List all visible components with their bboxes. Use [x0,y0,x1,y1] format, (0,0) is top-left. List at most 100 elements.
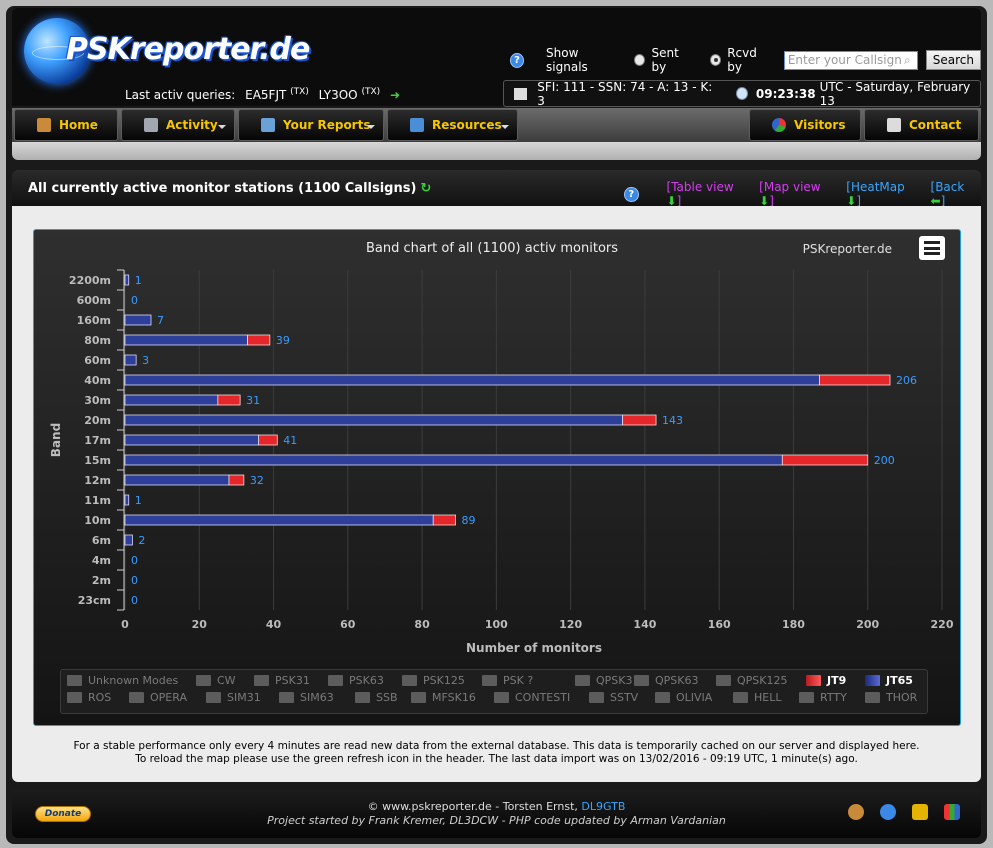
legend-item-cw[interactable]: CW [196,674,236,687]
last-query-1[interactable]: EA5FJT (TX) [245,87,309,102]
legend-item-rtty[interactable]: RTTY [799,691,847,704]
bar-jt9 [432,514,456,526]
legend-item-thor[interactable]: THOR [865,691,917,704]
bar-jt65 [124,474,230,486]
legend-item-sim31[interactable]: SIM31 [206,691,261,704]
legend-swatch [733,692,748,703]
legend-item-opera[interactable]: OPERA [129,691,187,704]
arrow-right-icon[interactable]: ➜ [390,88,400,102]
data-label: 143 [662,414,683,427]
data-label: 1 [135,274,142,287]
solar-status-bar: SFI: 111 - SSN: 74 - A: 13 - K: 3 09:23:… [503,79,981,108]
legend-label: CONTESTI [515,691,571,704]
bar-jt65 [124,414,624,426]
sent-by-radio[interactable] [634,54,646,66]
reports-icon [261,118,275,132]
legend-item-qpsk31[interactable]: QPSK31 [575,674,639,687]
nav-contact[interactable]: Contact [864,109,979,141]
info-icon[interactable] [880,804,896,820]
legend-item-psk31[interactable]: PSK31 [254,674,310,687]
lock-icon[interactable] [912,804,928,820]
legend-swatch [129,692,144,703]
legend-item-psk125[interactable]: PSK125 [402,674,465,687]
y-tick-label: 20m [84,414,111,427]
refresh-icon[interactable]: ↻ [420,181,431,196]
heatmap-link[interactable]: [HeatMap ⬇] [846,180,920,208]
data-label: 206 [896,374,917,387]
legend-label: QPSK31 [596,674,640,687]
back-link[interactable]: [Back ⬅] [931,180,982,208]
author-call-link[interactable]: DL9GTB [581,800,625,813]
map-view-link[interactable]: [Map view ⬇] [759,180,836,208]
legend-item-mfsk16[interactable]: MFSK16 [411,691,476,704]
rcvd-by-radio[interactable] [709,54,722,66]
legend-label: PSK ? [503,674,534,687]
show-signals-label: Show signals [546,46,588,74]
data-label: 0 [131,594,138,607]
y-tick-label: 160m [77,314,111,327]
bar-jt9 [258,434,278,446]
current-time: 09:23:38 [755,86,816,101]
page-title: All currently active monitor stations (1… [28,180,432,196]
legend-item-hell[interactable]: HELL [733,691,781,704]
legend-item-jt65[interactable]: JT65 [865,674,913,687]
footer-text: © www.pskreporter.de - Torsten Ernst, DL… [12,800,981,828]
legend-item-unknown-modes[interactable]: Unknown Modes [67,674,178,687]
nav-home[interactable]: Home [14,109,118,141]
legend-swatch [589,692,604,703]
activity-icon [144,118,158,132]
nav-activity[interactable]: Activity [121,109,235,141]
nav-resources[interactable]: Resources [387,109,518,141]
bar-jt65 [124,494,130,506]
y-tick-label: 23cm [78,594,111,607]
bar-chart-icon[interactable] [944,804,960,820]
data-label: 32 [250,474,264,487]
legend-swatch [865,675,880,686]
chevron-down-icon [218,125,226,129]
legend-label: THOR [886,691,918,704]
site-logo[interactable]: PSKreporter.de [24,18,310,88]
legend-item-olivia[interactable]: OLIVIA [655,691,712,704]
help-icon[interactable]: ? [510,52,525,68]
legend-item-jt9[interactable]: JT9 [806,674,846,687]
data-label: 0 [131,574,138,587]
resources-icon [410,118,424,132]
bar-jt65 [124,314,152,326]
users-icon[interactable] [848,804,864,820]
chevron-down-icon [367,125,375,129]
callsign-input[interactable]: Enter your Callsign ⌕ [783,50,918,70]
help-icon[interactable]: ? [624,186,639,202]
legend-item-qpsk63[interactable]: QPSK63 [634,674,698,687]
legend-item-sstv[interactable]: SSTV [589,691,638,704]
data-label: 0 [131,294,138,307]
y-tick-label: 4m [92,554,111,567]
legend-item-sim63[interactable]: SIM63 [279,691,334,704]
current-date: UTC - Saturday, February 13 [819,79,971,108]
bar-jt9 [781,454,869,466]
legend-item-ssb[interactable]: SSB [355,691,398,704]
search-button[interactable]: Search [925,50,981,70]
legend-item-qpsk125[interactable]: QPSK125 [716,674,787,687]
data-label: 3 [142,354,149,367]
legend-swatch [355,692,370,703]
brand-name: PSKreporter.de [66,32,310,67]
site-footer: Donate © www.pskreporter.de - Torsten Er… [12,790,981,838]
y-tick-label: 6m [92,534,111,547]
legend-label: JT65 [886,674,913,687]
legend-item-psk-[interactable]: PSK ? [482,674,533,687]
bar-jt9 [819,374,891,386]
chart-menu-button[interactable] [919,236,945,260]
last-query-2[interactable]: LY3OO (TX) [319,87,380,102]
bar-jt65 [124,434,260,446]
x-axis-label: Number of monitors [466,641,602,655]
nav-your-reports[interactable]: Your Reports [238,109,384,141]
legend-item-psk63[interactable]: PSK63 [328,674,384,687]
legend-item-ros[interactable]: ROS [67,691,111,704]
legend-swatch [402,675,417,686]
legend-swatch [254,675,269,686]
nav-visitors[interactable]: Visitors [749,109,861,141]
table-view-link[interactable]: [Table view ⬇] [667,180,750,208]
nav-sub-bar [12,142,981,160]
bar-jt65 [124,374,820,386]
legend-item-contesti[interactable]: CONTESTI [494,691,570,704]
